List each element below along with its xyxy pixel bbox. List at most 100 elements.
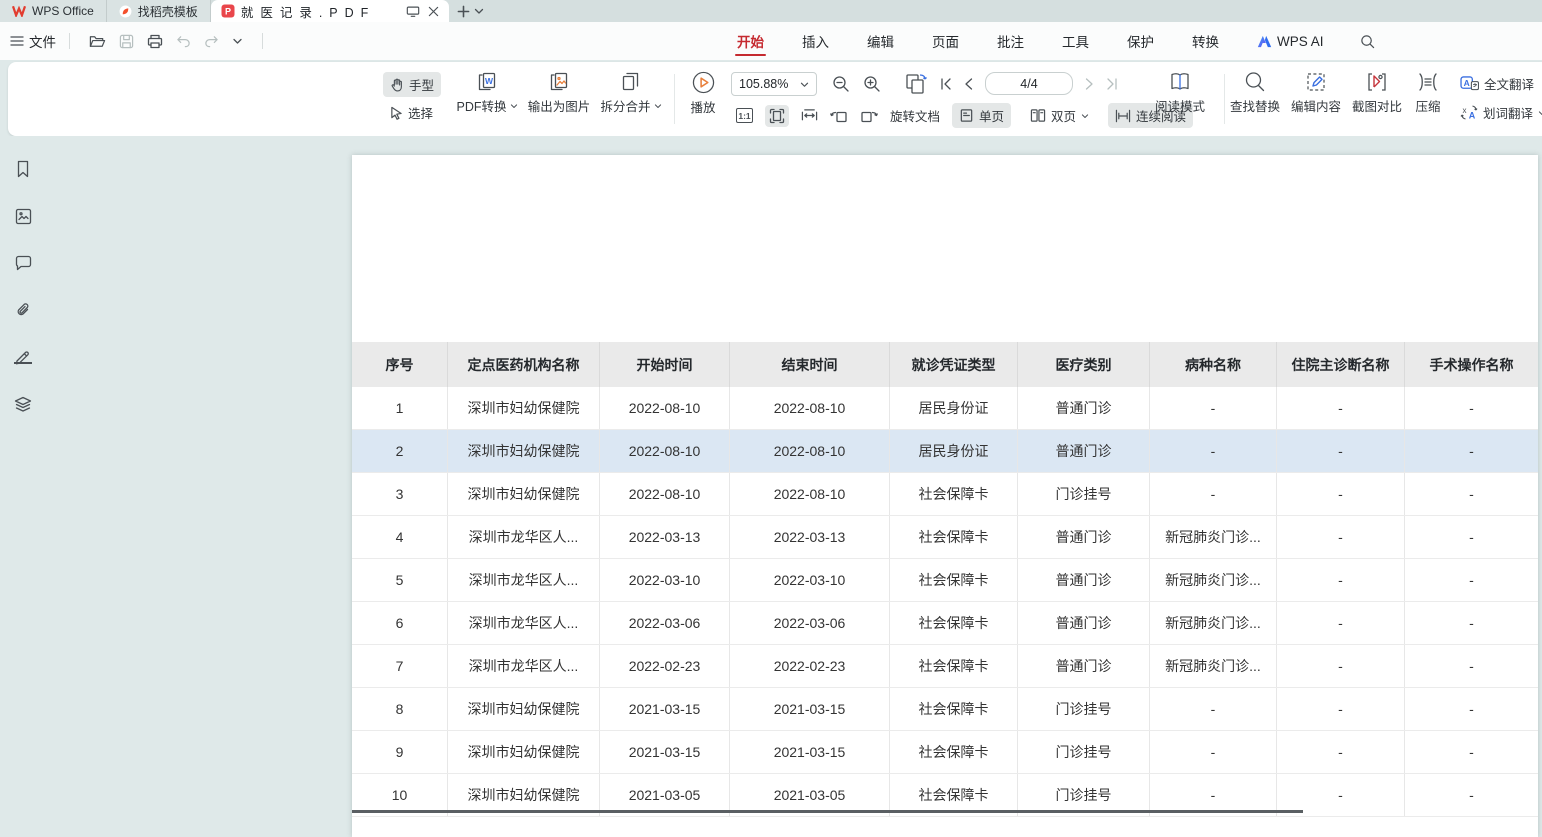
table-cell: 普通门诊 xyxy=(1018,516,1150,558)
fit-page-button[interactable] xyxy=(765,105,789,127)
svg-text:P: P xyxy=(225,6,231,16)
undo-icon[interactable] xyxy=(176,35,191,48)
table-cell: 2022-08-10 xyxy=(600,473,730,515)
rotate-doc-label[interactable]: 旋转文档 xyxy=(890,106,940,125)
page-number-input[interactable]: 4/4 xyxy=(985,72,1073,95)
play-button[interactable]: 播放 xyxy=(686,71,720,116)
swap-pages-icon[interactable] xyxy=(904,73,928,95)
screenshot-compare-button[interactable]: 截图对比 xyxy=(1348,71,1406,115)
open-file-icon[interactable] xyxy=(89,34,106,49)
compress-button[interactable]: 压缩 xyxy=(1408,71,1448,115)
tab-docer-templates[interactable]: 找稻壳模板 xyxy=(107,0,211,22)
select-tool-button[interactable]: 选择 xyxy=(383,100,440,125)
table-cell: - xyxy=(1405,430,1538,472)
table-cell: 深圳市龙华区人... xyxy=(448,559,600,601)
table-cell: 2021-03-15 xyxy=(730,731,890,773)
signature-icon[interactable] xyxy=(12,346,34,368)
last-page-icon[interactable] xyxy=(1106,78,1118,90)
full-translate-button[interactable]: A 全文翻译 xyxy=(1460,74,1534,93)
table-cell: 2022-03-13 xyxy=(730,516,890,558)
comment-icon[interactable] xyxy=(12,252,34,274)
table-cell: 2021-03-15 xyxy=(600,688,730,730)
zoom-level-select[interactable]: 105.88% xyxy=(731,72,817,96)
single-page-button[interactable]: 单页 xyxy=(952,103,1011,128)
table-cell: 居民身份证 xyxy=(890,387,1018,429)
tab-page[interactable]: 页面 xyxy=(930,22,961,60)
table-cell: - xyxy=(1150,430,1277,472)
table-row: 2深圳市妇幼保健院2022-08-102022-08-10居民身份证普通门诊--… xyxy=(352,430,1538,473)
hand-tool-button[interactable]: 手型 xyxy=(383,72,441,97)
table-cell: 新冠肺炎门诊... xyxy=(1150,645,1277,687)
thumbnail-icon[interactable] xyxy=(12,205,34,227)
monitor-icon[interactable] xyxy=(406,5,420,18)
divider xyxy=(1224,74,1225,124)
table-cell: 2022-03-13 xyxy=(600,516,730,558)
table-cell: 门诊挂号 xyxy=(1018,473,1150,515)
tab-tools[interactable]: 工具 xyxy=(1060,22,1091,60)
double-page-button[interactable]: 双页 xyxy=(1023,103,1096,128)
word-translate-button[interactable]: xA 划词翻译 xyxy=(1460,103,1542,122)
hamburger-icon xyxy=(10,35,24,47)
table-cell: 2022-08-10 xyxy=(730,473,890,515)
table-cell: 2022-02-23 xyxy=(730,645,890,687)
tab-wps-office[interactable]: WPS Office xyxy=(0,0,107,22)
pdf-convert-label: PDF转换 xyxy=(456,96,506,115)
table-cell: 6 xyxy=(352,602,448,644)
attachment-icon[interactable] xyxy=(12,299,34,321)
wps-ai-button[interactable]: WPS AI xyxy=(1255,25,1326,58)
hand-tool-label: 手型 xyxy=(409,75,434,94)
first-page-icon[interactable] xyxy=(940,78,952,90)
wps-ai-logo-icon xyxy=(1257,35,1272,48)
tab-home[interactable]: 开始 xyxy=(735,22,766,60)
tab-list-chevron-icon[interactable] xyxy=(474,7,484,15)
split-merge-button[interactable]: 拆分合并 xyxy=(598,71,664,115)
new-tab-button[interactable] xyxy=(457,5,470,18)
bookmark-icon[interactable] xyxy=(12,158,34,180)
save-icon[interactable] xyxy=(119,34,134,49)
rotate-left-icon[interactable] xyxy=(830,108,848,124)
find-replace-icon xyxy=(1244,71,1266,93)
next-page-icon[interactable] xyxy=(1085,78,1094,90)
tab-comment[interactable]: 批注 xyxy=(995,22,1026,60)
redo-icon[interactable] xyxy=(204,35,219,48)
table-row: 1深圳市妇幼保健院2022-08-102022-08-10居民身份证普通门诊--… xyxy=(352,387,1538,430)
side-panel-toolbar xyxy=(12,158,34,415)
print-icon[interactable] xyxy=(147,34,163,49)
split-merge-label: 拆分合并 xyxy=(600,96,650,115)
find-replace-button[interactable]: 查找替换 xyxy=(1226,71,1284,115)
fit-width-icon[interactable] xyxy=(801,108,818,123)
table-cell: 2021-03-15 xyxy=(730,688,890,730)
layers-icon[interactable] xyxy=(12,393,34,415)
quickbar-chevron-icon[interactable] xyxy=(232,37,243,45)
screenshot-compare-label: 截图对比 xyxy=(1352,96,1402,115)
edit-content-button[interactable]: 编辑内容 xyxy=(1287,71,1345,115)
double-page-icon xyxy=(1030,108,1046,123)
pdf-convert-button[interactable]: W PDF转换 xyxy=(455,71,519,115)
file-menu-button[interactable]: 文件 xyxy=(10,31,56,51)
tab-protect[interactable]: 保护 xyxy=(1125,22,1156,60)
table-cell: 普通门诊 xyxy=(1018,387,1150,429)
export-image-button[interactable]: 输出为图片 xyxy=(524,71,594,115)
zoom-out-icon[interactable] xyxy=(832,75,850,93)
table-body: 1深圳市妇幼保健院2022-08-102022-08-10居民身份证普通门诊--… xyxy=(352,387,1538,817)
close-tab-icon[interactable] xyxy=(428,6,439,17)
tab-insert[interactable]: 插入 xyxy=(800,22,831,60)
table-cell: - xyxy=(1277,731,1405,773)
prev-page-icon[interactable] xyxy=(964,78,973,90)
table-cell: - xyxy=(1150,473,1277,515)
tab-medical-record-pdf[interactable]: P 就医记录.PDF xyxy=(211,0,449,22)
menubar-search-icon[interactable] xyxy=(1360,34,1375,49)
reading-mode-button[interactable]: 阅读模式 xyxy=(1151,71,1209,115)
tab-label: WPS Office xyxy=(32,4,94,18)
table-cell: - xyxy=(1405,645,1538,687)
rotate-right-icon[interactable] xyxy=(860,108,878,124)
zoom-in-icon[interactable] xyxy=(863,75,881,93)
table-cell: 社会保障卡 xyxy=(890,602,1018,644)
actual-size-icon[interactable]: 1:1 xyxy=(736,108,753,123)
table-cell: 8 xyxy=(352,688,448,730)
tab-convert[interactable]: 转换 xyxy=(1190,22,1221,60)
svg-text:x: x xyxy=(1463,106,1467,115)
tab-edit[interactable]: 编辑 xyxy=(865,22,896,60)
table-cell: 7 xyxy=(352,645,448,687)
table-cell: - xyxy=(1277,688,1405,730)
